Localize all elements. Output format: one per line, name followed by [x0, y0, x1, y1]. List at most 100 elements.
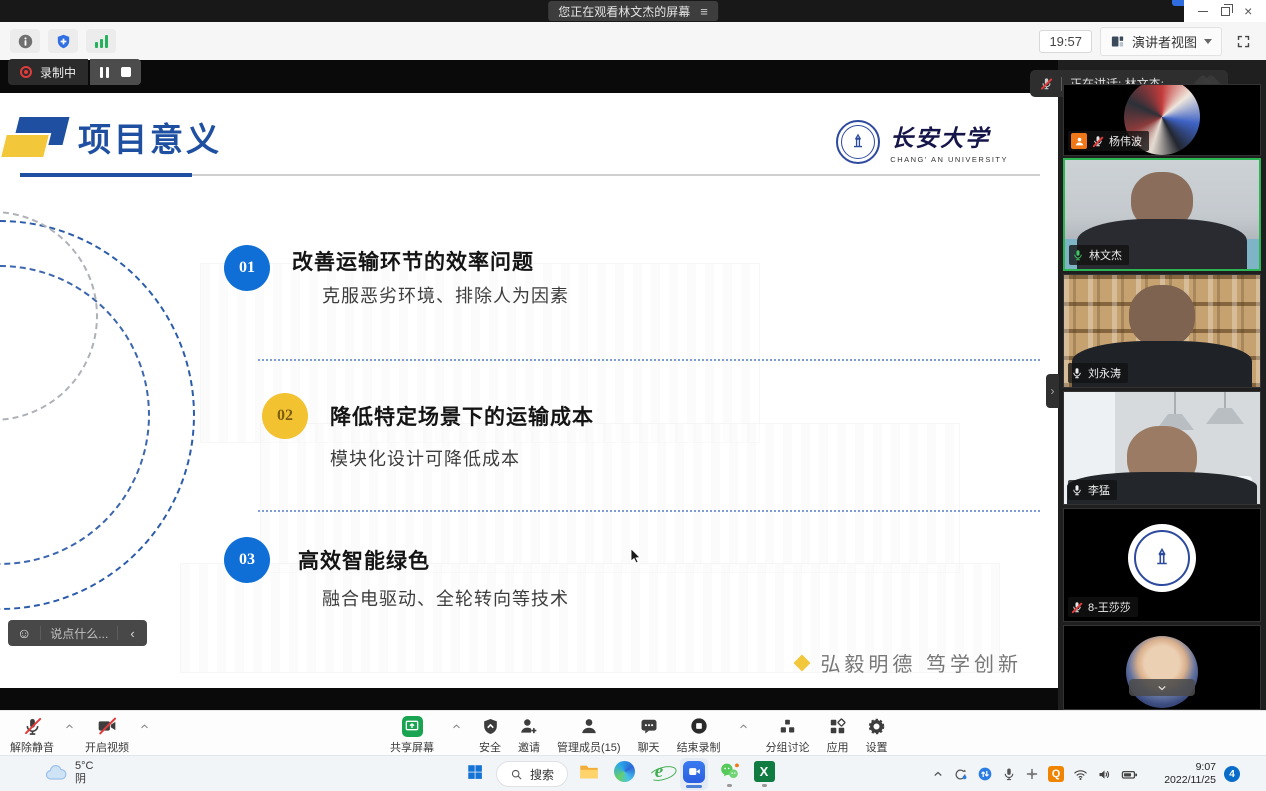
collapse-chat-icon[interactable]: ‹ — [127, 626, 137, 641]
weather-widget[interactable]: 5°C 阴 — [44, 760, 93, 786]
invite-label: 邀请 — [518, 739, 540, 755]
chevron-down-icon — [1204, 39, 1212, 44]
recording-indicator: 录制中 — [8, 59, 141, 85]
manage-members-button[interactable]: 管理成员(15) — [557, 716, 621, 755]
person-icon — [579, 716, 599, 736]
lamp-decoration — [1224, 392, 1226, 408]
participant-tile-speaking[interactable]: 林文杰 — [1063, 158, 1261, 271]
q-app-tray-icon[interactable]: Q — [1048, 766, 1064, 782]
settings-button[interactable]: 设置 — [866, 716, 888, 755]
quick-chat-bar: ☺ 说点什么... ‹ — [8, 620, 147, 646]
meeting-toolbar: 解除静音 开启视频 共享屏幕 安全 邀请 管理成员(15) 聊天 — [0, 710, 1266, 755]
item-heading: 高效智能绿色 — [298, 545, 430, 575]
video-options-caret[interactable] — [139, 721, 150, 732]
search-label: 搜索 — [530, 766, 554, 783]
participant-tile[interactable]: 8-王莎莎 — [1063, 508, 1261, 622]
emblem-ring-icon — [1134, 530, 1190, 586]
banner-menu-icon[interactable]: ≡ — [700, 4, 708, 19]
edge-browser-button[interactable] — [610, 758, 638, 790]
meeting-app-button[interactable] — [680, 758, 708, 790]
participant-name: 8-王莎莎 — [1088, 599, 1131, 615]
chat-button[interactable]: 聊天 — [638, 716, 660, 755]
microphone-tray-icon[interactable] — [1002, 767, 1016, 781]
unmute-label: 解除静音 — [10, 739, 54, 755]
breakout-rooms-button[interactable]: 分组讨论 — [766, 716, 810, 755]
record-dot-icon — [20, 66, 32, 78]
share-screen-icon — [402, 716, 423, 737]
stop-recording-button[interactable]: 结束录制 — [677, 716, 721, 755]
ime-tray-icon[interactable] — [1025, 767, 1039, 781]
excel-button[interactable]: X — [750, 758, 778, 790]
speaker-icon[interactable] — [1097, 767, 1112, 782]
start-video-button[interactable]: 开启视频 — [85, 716, 129, 755]
item-number: 02 — [277, 407, 293, 425]
stop-recording-button[interactable] — [121, 67, 131, 77]
security-label: 安全 — [479, 739, 501, 755]
active-mic-icon — [1072, 249, 1084, 261]
apps-button[interactable]: 应用 — [827, 716, 849, 755]
scroll-participants-button[interactable] — [1129, 679, 1195, 696]
meeting-timer: 19:57 — [1039, 30, 1092, 53]
divider — [40, 626, 41, 640]
invite-button[interactable]: 邀请 — [518, 716, 540, 755]
participant-tile[interactable] — [1063, 625, 1261, 710]
ie-browser-button[interactable]: e — [645, 758, 673, 790]
item-heading: 降低特定场景下的运输成本 — [330, 401, 594, 431]
chat-input-placeholder[interactable]: 说点什么... — [50, 625, 108, 642]
weather-temp: 5°C — [75, 760, 93, 773]
security-shield-button[interactable] — [48, 29, 78, 53]
network-quality-button[interactable] — [86, 29, 116, 53]
stop-recording-label: 结束录制 — [677, 739, 721, 755]
meeting-titlebar: 您正在观看林文杰的屏幕 ≡ × — [0, 0, 1266, 22]
meeting-info-button[interactable] — [10, 29, 40, 53]
share-options-caret[interactable] — [451, 721, 462, 732]
wechat-button[interactable] — [715, 758, 743, 790]
notification-count-badge[interactable]: 4 — [1224, 766, 1240, 782]
muted-mic-icon — [1092, 135, 1104, 147]
lamp-decoration — [1206, 408, 1244, 424]
taskbar-clock[interactable]: 9:07 2022/11/25 — [1164, 761, 1216, 787]
chevron-down-icon — [1156, 682, 1168, 694]
taskbar-search[interactable]: 搜索 — [496, 761, 568, 787]
title-underline-blue — [20, 173, 192, 177]
start-button[interactable] — [461, 758, 489, 790]
participant-tile[interactable]: 李猛 — [1063, 391, 1261, 505]
security-button[interactable]: 安全 — [479, 716, 501, 755]
sync-tray-icon[interactable] — [953, 767, 968, 782]
minimize-button[interactable] — [1198, 11, 1208, 12]
ie-icon: e — [655, 762, 663, 781]
university-name-cn: 长安大学 — [890, 119, 1008, 153]
emoji-icon[interactable]: ☺ — [17, 626, 31, 640]
recording-status: 录制中 — [8, 59, 88, 85]
battery-icon[interactable] — [1121, 766, 1138, 783]
apps-label: 应用 — [827, 739, 849, 755]
person-plus-icon — [519, 716, 539, 736]
watching-banner-text: 您正在观看林文杰的屏幕 — [558, 3, 690, 20]
mic-options-caret[interactable] — [64, 721, 75, 732]
restore-button[interactable] — [1221, 7, 1230, 16]
view-mode-button[interactable]: 演讲者视图 — [1100, 27, 1222, 56]
apps-grid-icon — [828, 717, 847, 736]
layout-icon — [1110, 34, 1125, 49]
share-screen-button[interactable]: 共享屏幕 — [390, 716, 434, 755]
fullscreen-button[interactable] — [1230, 29, 1256, 53]
pause-recording-button[interactable] — [100, 67, 109, 78]
mouse-cursor — [628, 547, 646, 565]
participant-name-tag: 杨伟波 — [1068, 131, 1149, 151]
close-button[interactable]: × — [1244, 4, 1252, 18]
updown-tray-icon[interactable] — [977, 766, 993, 782]
dotted-separator — [258, 359, 1040, 361]
file-explorer-button[interactable] — [575, 758, 603, 790]
panel-collapse-handle[interactable]: › — [1046, 374, 1059, 408]
participant-tile[interactable]: 杨伟波 — [1063, 84, 1261, 156]
wifi-icon[interactable] — [1073, 767, 1088, 782]
tray-expand-caret[interactable] — [932, 768, 944, 780]
divider — [1061, 77, 1062, 91]
unmute-button[interactable]: 解除静音 — [10, 716, 54, 755]
hand-raised-badge-icon — [1071, 133, 1087, 149]
edge-icon — [614, 761, 635, 782]
chevron-right-icon: › — [1051, 384, 1055, 398]
participant-tile[interactable]: 刘永涛 — [1063, 274, 1261, 388]
record-options-caret[interactable] — [738, 721, 749, 732]
participant-name: 刘永涛 — [1088, 365, 1121, 381]
